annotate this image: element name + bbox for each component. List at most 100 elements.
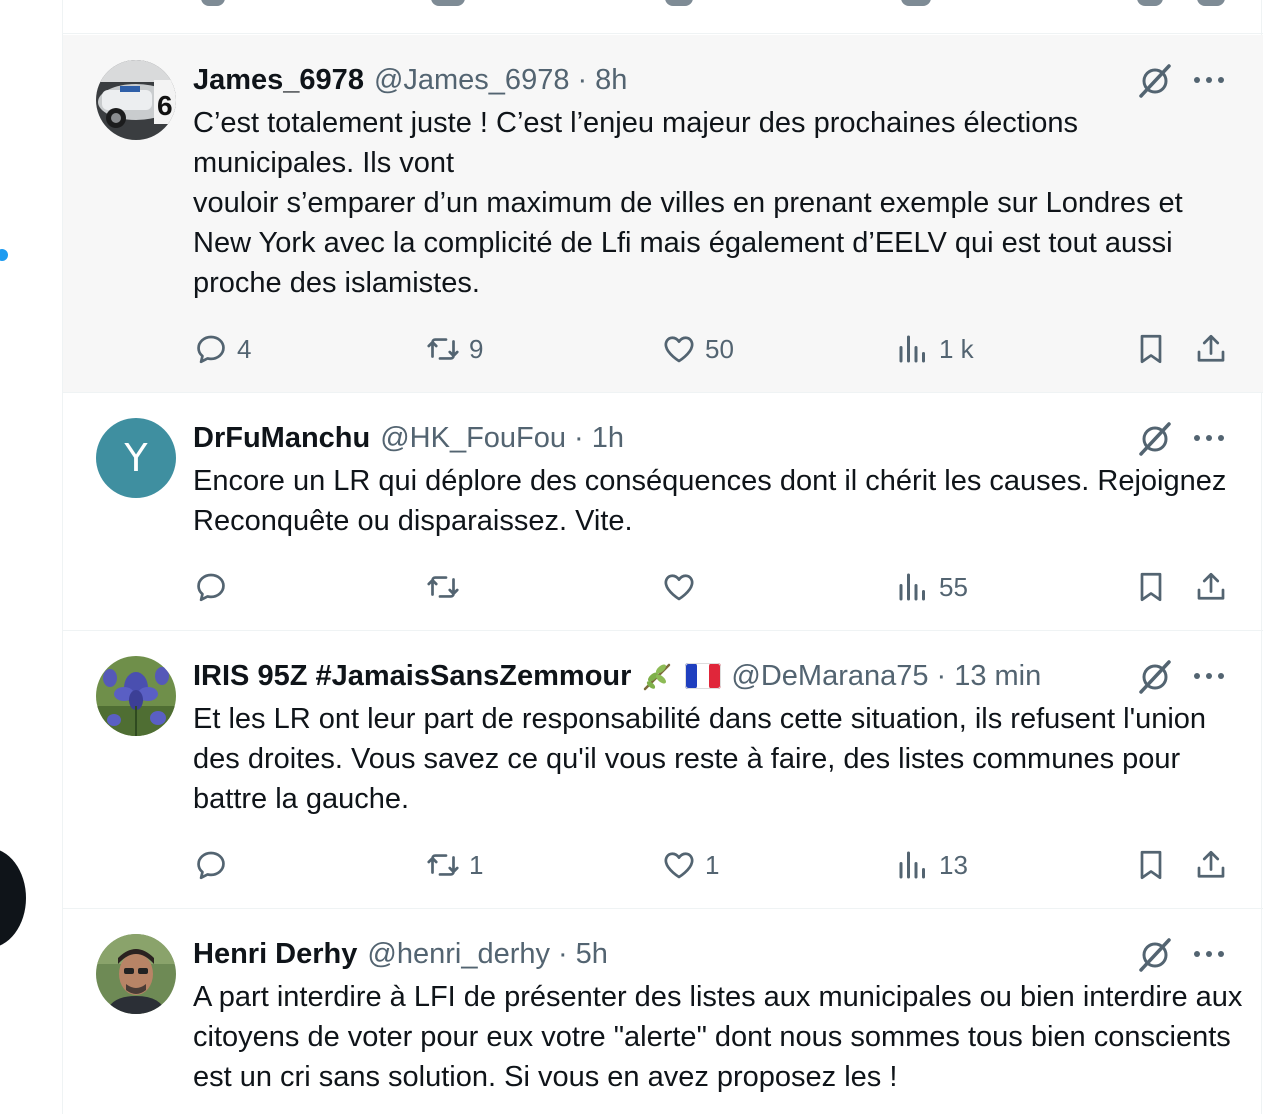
previous-tweet-actions	[63, 0, 1263, 34]
separator: ·	[577, 63, 588, 96]
handle[interactable]: @henri_derhy	[367, 938, 550, 971]
display-name[interactable]: James_6978	[193, 64, 364, 97]
bookmark-button[interactable]	[1133, 845, 1169, 885]
repost-icon[interactable]	[431, 0, 465, 6]
like-count: 50	[705, 333, 734, 364]
tweet-text-content: Encore un LR qui déplore des conséquence…	[193, 465, 1227, 537]
repost-icon	[427, 338, 459, 360]
post-button-fragment[interactable]	[0, 848, 26, 948]
tweet-header: DrFuManchu @HK_FouFou · 1h	[193, 418, 624, 458]
like-icon	[664, 336, 694, 363]
like-icon[interactable]	[665, 0, 693, 6]
handle[interactable]: @HK_FouFou	[380, 422, 566, 455]
like-button[interactable]	[661, 567, 705, 607]
avatar[interactable]: 6	[96, 60, 176, 140]
bookmark-icon	[1140, 334, 1162, 364]
repost-icon	[427, 576, 459, 598]
reply-button[interactable]	[193, 567, 237, 607]
more-icon[interactable]	[1191, 418, 1227, 458]
like-button[interactable]: 50	[661, 329, 734, 369]
repost-button[interactable]: 1	[425, 845, 483, 885]
grok-icon[interactable]	[1135, 60, 1175, 100]
iris-flower-photo	[96, 656, 176, 736]
share-icon	[1197, 572, 1225, 600]
bookmark-button[interactable]	[1133, 329, 1169, 369]
display-name[interactable]: DrFuManchu	[193, 422, 370, 455]
like-button[interactable]: 1	[661, 845, 719, 885]
view-count: 55	[939, 571, 968, 602]
separator: ·	[936, 659, 947, 692]
views-icon	[899, 851, 925, 879]
reply-icon	[197, 335, 225, 364]
like-icon	[664, 852, 694, 879]
more-icon[interactable]	[1191, 656, 1227, 696]
timestamp[interactable]: 1h	[592, 422, 624, 455]
tweet-text-content: Et les LR ont leur part de responsabilit…	[193, 703, 1207, 815]
tweet-header: James_6978 @James_6978 · 8h	[193, 60, 627, 100]
tweet-text: Et les LR ont leur part de responsabilit…	[193, 699, 1243, 819]
reply-icon	[197, 573, 225, 602]
tweet[interactable]: Henri Derhy @henri_derhy · 5h A part int…	[63, 909, 1263, 1114]
avatar[interactable]	[96, 934, 176, 1014]
timestamp[interactable]: 8h	[595, 64, 627, 97]
repost-count: 1	[469, 849, 484, 880]
avatar[interactable]: Y	[96, 418, 176, 498]
left-sidebar	[0, 0, 62, 1114]
grok-icon[interactable]	[1135, 656, 1175, 696]
repost-button[interactable]	[425, 567, 469, 607]
repost-icon	[427, 854, 459, 876]
avatar-letter: Y	[124, 436, 148, 480]
views-icon	[899, 335, 925, 363]
share-button[interactable]	[1193, 329, 1229, 369]
view-count: 13	[939, 849, 968, 880]
man-portrait-photo	[96, 934, 176, 1014]
bookmark-icon	[1140, 850, 1162, 880]
reply-icon[interactable]	[201, 0, 225, 6]
reply-button[interactable]: 4	[193, 329, 251, 369]
tweet-text: C’est totalement juste ! C’est l’enjeu m…	[193, 103, 1243, 303]
notification-dot	[0, 249, 8, 261]
tweet-text: Encore un LR qui déplore des conséquence…	[193, 461, 1243, 541]
separator: ·	[574, 421, 584, 454]
tweet-actions: 1 1 13	[193, 845, 1233, 885]
tweet-text-content: C’est totalement juste ! C’est l’enjeu m…	[193, 107, 1183, 299]
grok-icon[interactable]	[1135, 934, 1175, 974]
tweet-header: IRIS 95Z #JamaisSansZemmour @DeMarana75 …	[193, 656, 1041, 696]
tweet-actions: 4 9 50 1 k	[193, 329, 1233, 369]
share-icon	[1197, 850, 1225, 878]
olive-branch-emoji	[641, 659, 675, 693]
avatar[interactable]	[96, 656, 176, 736]
tweet[interactable]: 6 James_6978 @James_6978 · 8h C’est tota…	[63, 35, 1263, 393]
views-button[interactable]: 13	[895, 845, 968, 885]
bookmark-icon[interactable]	[1137, 0, 1163, 6]
view-count: 1 k	[939, 333, 974, 364]
race-car-photo: 6	[96, 60, 176, 140]
bookmark-icon	[1140, 572, 1162, 602]
more-icon[interactable]	[1191, 934, 1227, 974]
display-name[interactable]: Henri Derhy	[193, 938, 357, 971]
share-button[interactable]	[1193, 567, 1229, 607]
tweet[interactable]: Y DrFuManchu @HK_FouFou · 1h Encore un L…	[63, 393, 1263, 631]
like-count: 1	[705, 849, 720, 880]
share-button[interactable]	[1193, 845, 1229, 885]
views-button[interactable]: 55	[895, 567, 968, 607]
repost-button[interactable]: 9	[425, 329, 483, 369]
grok-icon[interactable]	[1135, 418, 1175, 458]
reply-count: 4	[237, 333, 252, 364]
bookmark-button[interactable]	[1133, 567, 1169, 607]
handle[interactable]: @DeMarana75	[731, 660, 928, 693]
timestamp[interactable]: 5h	[576, 938, 608, 971]
display-name[interactable]: IRIS 95Z #JamaisSansZemmour	[193, 660, 631, 693]
separator: ·	[558, 937, 568, 970]
views-icon	[899, 573, 925, 601]
timestamp[interactable]: 13 min	[954, 660, 1041, 693]
reply-button[interactable]	[193, 845, 237, 885]
share-icon[interactable]	[1197, 0, 1225, 6]
tweet[interactable]: IRIS 95Z #JamaisSansZemmour @DeMarana75 …	[63, 631, 1263, 909]
views-icon[interactable]	[901, 0, 931, 6]
views-button[interactable]: 1 k	[895, 329, 974, 369]
tweet-actions: 55	[193, 567, 1233, 607]
handle[interactable]: @James_6978	[374, 64, 570, 97]
share-icon	[1197, 334, 1225, 362]
more-icon[interactable]	[1191, 60, 1227, 100]
